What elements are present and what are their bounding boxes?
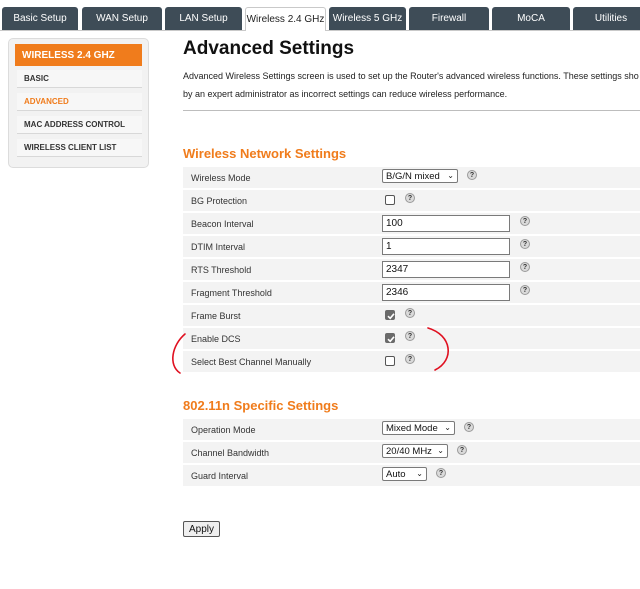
- question-icon[interactable]: ?: [436, 468, 446, 478]
- wireless-mode-value: B/G/N mixed: [386, 170, 440, 182]
- label-frame-burst: Frame Burst: [191, 310, 241, 321]
- sidebar-item-advanced[interactable]: ADVANCED: [17, 93, 142, 111]
- row-frame-burst: Frame Burst ?: [183, 305, 640, 326]
- sidebar-item-mac-address-control[interactable]: MAC ADDRESS CONTROL: [17, 116, 142, 134]
- tab-wireless-5ghz[interactable]: Wireless 5 GHz: [329, 7, 406, 30]
- chevron-down-icon: ⌄: [444, 423, 451, 432]
- question-icon[interactable]: ?: [520, 285, 530, 295]
- dtim-interval-input[interactable]: 1: [382, 238, 510, 255]
- row-bg-protection: BG Protection ?: [183, 190, 640, 211]
- tab-lan-setup[interactable]: LAN Setup: [165, 7, 242, 30]
- question-icon[interactable]: ?: [464, 422, 474, 432]
- tab-wireless-2-4ghz[interactable]: Wireless 2.4 GHz: [245, 7, 326, 31]
- row-channel-bandwidth: Channel Bandwidth 20/40 MHz ⌄ ?: [183, 442, 640, 463]
- sidebar-panel: WIRELESS 2.4 GHZ BASIC ADVANCED MAC ADDR…: [8, 38, 149, 168]
- row-rts-threshold: RTS Threshold 2347 ?: [183, 259, 640, 280]
- row-operation-mode: Operation Mode Mixed Mode ⌄ ?: [183, 419, 640, 440]
- checkmark-icon: [387, 313, 395, 320]
- row-fragment-threshold: Fragment Threshold 2346 ?: [183, 282, 640, 303]
- label-guard-interval: Guard Interval: [191, 470, 249, 481]
- section-title-80211n: 802.11n Specific Settings: [183, 398, 339, 413]
- chevron-down-icon: ⌄: [416, 469, 423, 478]
- question-icon[interactable]: ?: [467, 170, 477, 180]
- question-icon[interactable]: ?: [405, 354, 415, 364]
- chevron-down-icon: ⌄: [447, 171, 454, 180]
- rts-threshold-input[interactable]: 2347: [382, 261, 510, 278]
- guard-interval-value: Auto: [386, 468, 406, 480]
- label-wireless-mode: Wireless Mode: [191, 172, 251, 183]
- channel-bandwidth-value: 20/40 MHz: [386, 445, 432, 457]
- label-beacon-interval: Beacon Interval: [191, 218, 254, 229]
- beacon-interval-input[interactable]: 100: [382, 215, 510, 232]
- row-enable-dcs: Enable DCS ?: [183, 328, 640, 349]
- label-fragment-threshold: Fragment Threshold: [191, 287, 272, 298]
- wireless-mode-select[interactable]: B/G/N mixed ⌄: [382, 169, 458, 183]
- page-description-line-2: by an expert administrator as incorrect …: [183, 89, 508, 99]
- chevron-down-icon: ⌄: [437, 446, 444, 455]
- question-icon[interactable]: ?: [405, 308, 415, 318]
- operation-mode-value: Mixed Mode: [386, 422, 438, 434]
- sidebar-title: WIRELESS 2.4 GHZ: [15, 44, 142, 66]
- label-enable-dcs: Enable DCS: [191, 333, 241, 344]
- tab-utilities[interactable]: Utilities: [573, 7, 640, 30]
- question-icon[interactable]: ?: [457, 445, 467, 455]
- bg-protection-checkbox[interactable]: [385, 195, 395, 205]
- tab-basic-setup[interactable]: Basic Setup: [2, 7, 78, 30]
- checkmark-icon: [387, 336, 395, 343]
- page-description-line-1: Advanced Wireless Settings screen is use…: [183, 71, 639, 81]
- tab-wan-setup[interactable]: WAN Setup: [82, 7, 162, 30]
- divider: [183, 110, 640, 111]
- question-icon[interactable]: ?: [405, 193, 415, 203]
- fragment-threshold-input[interactable]: 2346: [382, 284, 510, 301]
- tab-moca[interactable]: MoCA: [492, 7, 570, 30]
- section-title-wireless-network: Wireless Network Settings: [183, 146, 347, 161]
- row-dtim-interval: DTIM Interval 1 ?: [183, 236, 640, 257]
- label-select-best-channel: Select Best Channel Manually: [191, 356, 312, 367]
- enable-dcs-checkbox[interactable]: [385, 333, 395, 343]
- channel-bandwidth-select[interactable]: 20/40 MHz ⌄: [382, 444, 448, 458]
- row-beacon-interval: Beacon Interval 100 ?: [183, 213, 640, 234]
- row-guard-interval: Guard Interval Auto ⌄ ?: [183, 465, 640, 486]
- frame-burst-checkbox[interactable]: [385, 310, 395, 320]
- label-rts-threshold: RTS Threshold: [191, 264, 252, 275]
- operation-mode-select[interactable]: Mixed Mode ⌄: [382, 421, 455, 435]
- row-select-best-channel: Select Best Channel Manually ?: [183, 351, 640, 372]
- select-best-channel-checkbox[interactable]: [385, 356, 395, 366]
- apply-button[interactable]: Apply: [183, 521, 220, 537]
- question-icon[interactable]: ?: [520, 216, 530, 226]
- sidebar-item-basic[interactable]: BASIC: [17, 70, 142, 88]
- page-title: Advanced Settings: [183, 38, 355, 59]
- guard-interval-select[interactable]: Auto ⌄: [382, 467, 427, 481]
- label-bg-protection: BG Protection: [191, 195, 248, 206]
- label-channel-bandwidth: Channel Bandwidth: [191, 447, 270, 458]
- top-tab-bar: Basic Setup WAN Setup LAN Setup Wireless…: [0, 0, 640, 31]
- sidebar-item-wireless-client-list[interactable]: WIRELESS CLIENT LIST: [17, 139, 142, 157]
- question-icon[interactable]: ?: [520, 262, 530, 272]
- question-icon[interactable]: ?: [405, 331, 415, 341]
- row-wireless-mode: Wireless Mode B/G/N mixed ⌄ ?: [183, 167, 640, 188]
- tab-firewall[interactable]: Firewall: [409, 7, 489, 30]
- question-icon[interactable]: ?: [520, 239, 530, 249]
- label-operation-mode: Operation Mode: [191, 424, 256, 435]
- label-dtim-interval: DTIM Interval: [191, 241, 246, 252]
